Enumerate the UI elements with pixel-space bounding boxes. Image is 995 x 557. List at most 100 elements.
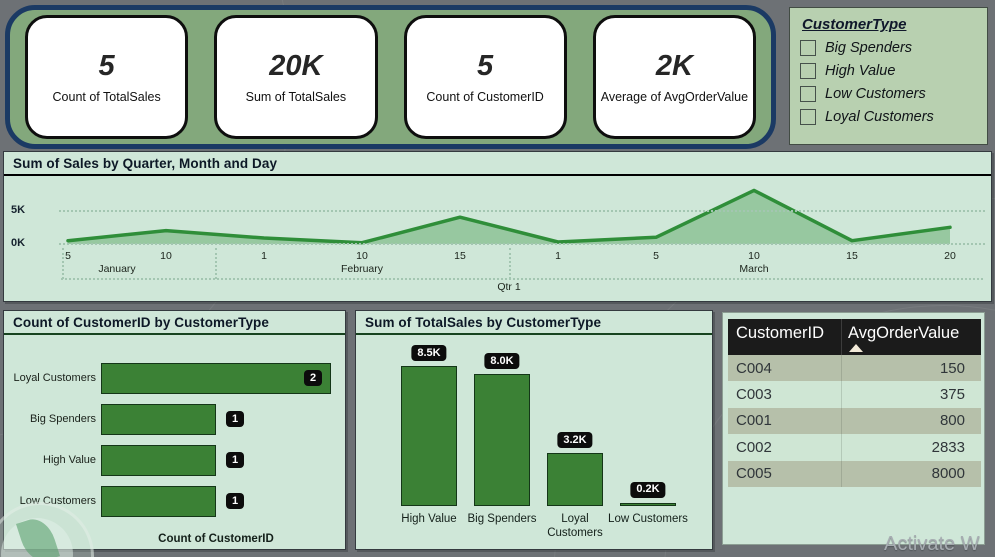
slicer-item-label: High Value bbox=[825, 63, 896, 79]
slicer-item-big-spenders[interactable]: Big Spenders bbox=[800, 40, 977, 56]
cell-avgordervalue: 800 bbox=[841, 407, 973, 435]
bar-high-value[interactable] bbox=[101, 445, 216, 476]
data-label: 1 bbox=[226, 452, 245, 468]
table-row[interactable]: C003 375 bbox=[728, 381, 981, 408]
category-label: Big Spenders bbox=[29, 413, 96, 425]
kpi-card-average-of-avgordervalue: 2K Average of AvgOrderValue bbox=[592, 15, 756, 139]
data-table: CustomerID AvgOrderValue C004 150 C003 375 C… bbox=[728, 319, 981, 487]
month-separator bbox=[509, 248, 511, 279]
activate-watermark: Activate W bbox=[884, 533, 980, 555]
cell-customerid: C001 bbox=[736, 412, 772, 430]
kpi-card-count-of-totalsales: 5 Count of TotalSales bbox=[25, 15, 189, 139]
table-row[interactable]: C001 800 bbox=[728, 407, 981, 435]
kpi-label: Average of AvgOrderValue bbox=[600, 90, 749, 104]
checkbox-icon[interactable] bbox=[800, 63, 816, 79]
barh-chart-plot: Loyal Customers 2 Big Spenders 1 High Value 1… bbox=[4, 311, 345, 549]
gridline bbox=[59, 209, 985, 212]
x-axis-day-tick: 5 bbox=[653, 250, 659, 262]
month-separator bbox=[215, 248, 217, 279]
data-label: 1 bbox=[226, 411, 245, 427]
kpi-value: 5 bbox=[477, 50, 494, 82]
cell-customerid: C003 bbox=[736, 386, 772, 404]
cell-avgordervalue: 2833 bbox=[841, 434, 973, 461]
table-body: C004 150 C003 375 C001 800 C002 2833 C005 8000 bbox=[728, 355, 981, 487]
x-axis-day-tick: 15 bbox=[846, 250, 858, 262]
cell-avgordervalue: 150 bbox=[841, 355, 973, 382]
dashboard: 5 Count of TotalSales 20K Sum of TotalSales… bbox=[0, 0, 995, 557]
barh-chart-title: Count of CustomerID by CustomerType bbox=[13, 315, 270, 330]
bar-high-value[interactable] bbox=[401, 366, 457, 506]
y-axis-tick-label: 5K bbox=[11, 203, 26, 216]
slicer-item-label: Big Spenders bbox=[825, 40, 913, 56]
bar-big-spenders[interactable] bbox=[101, 404, 216, 435]
barv-chart-title: Sum of TotalSales by CustomerType bbox=[365, 315, 602, 330]
customertype-slicer: CustomerType Big Spenders High Value Low C… bbox=[789, 7, 988, 145]
area-chart-title: Sum of Sales by Quarter, Month and Day bbox=[13, 156, 278, 171]
table-row[interactable]: C005 8000 bbox=[728, 460, 981, 487]
cell-customerid: C002 bbox=[736, 438, 772, 456]
data-label: 1 bbox=[226, 493, 245, 509]
cell-customerid: C005 bbox=[736, 465, 772, 483]
x-axis-month-label: January bbox=[98, 263, 136, 275]
y-axis-tick-label: 0K bbox=[11, 237, 26, 249]
table-header: CustomerID AvgOrderValue bbox=[728, 319, 981, 355]
category-label: Big Spenders bbox=[467, 513, 537, 525]
barv-chart-plot: 8.5K High Value 8.0K Big Spenders 3.2K Loyal … bbox=[356, 311, 712, 549]
x-axis-day-tick: 10 bbox=[748, 250, 760, 262]
checkbox-icon[interactable] bbox=[800, 40, 816, 56]
x-axis-month-label: February bbox=[340, 263, 383, 275]
x-axis-day-tick: 10 bbox=[356, 250, 368, 262]
title-underline bbox=[4, 333, 345, 335]
kpi-value: 2K bbox=[655, 50, 693, 82]
slicer-item-high-value[interactable]: High Value bbox=[800, 63, 977, 79]
x-axis-day-tick: 5 bbox=[65, 250, 71, 262]
bar-big-spenders[interactable] bbox=[474, 374, 530, 506]
data-label: 8.5K bbox=[411, 345, 447, 361]
slicer-item-low-customers[interactable]: Low Customers bbox=[800, 86, 977, 102]
bar-low-customers[interactable] bbox=[101, 486, 216, 517]
quarter-separator bbox=[61, 278, 983, 280]
x-axis-quarter-label: Qtr 1 bbox=[497, 281, 521, 293]
kpi-label: Sum of TotalSales bbox=[245, 90, 347, 104]
slicer-item-list: Big Spenders High Value Low Customers Loyal… bbox=[800, 40, 977, 125]
x-axis-day-tick: 20 bbox=[944, 250, 956, 262]
category-label: High Value bbox=[401, 513, 457, 525]
table-row[interactable]: C002 2833 bbox=[728, 434, 981, 461]
data-label: 3.2K bbox=[557, 432, 593, 449]
x-axis-day-tick: 1 bbox=[261, 250, 267, 262]
x-axis-day-tick: 10 bbox=[160, 250, 172, 262]
slicer-title: CustomerType bbox=[802, 16, 907, 33]
category-label: High Value bbox=[43, 454, 96, 466]
title-underline bbox=[4, 174, 991, 176]
column-header-customerid[interactable]: CustomerID bbox=[728, 319, 841, 355]
category-label: Low Customers bbox=[19, 495, 96, 507]
checkbox-icon[interactable] bbox=[800, 109, 816, 125]
barv-chart-panel: Sum of TotalSales by CustomerType 8.5K Hi… bbox=[355, 310, 713, 550]
area-series-fill[interactable] bbox=[68, 190, 950, 244]
bar-low-customers[interactable] bbox=[620, 502, 676, 506]
table-row[interactable]: C004 150 bbox=[728, 355, 981, 382]
kpi-value: 5 bbox=[98, 50, 115, 82]
kpi-value: 20K bbox=[269, 50, 323, 82]
slicer-item-label: Loyal Customers bbox=[825, 109, 934, 125]
data-label: 0.2K bbox=[630, 481, 666, 498]
cell-customerid: C004 bbox=[736, 359, 772, 377]
slicer-item-loyal-customers[interactable]: Loyal Customers bbox=[800, 109, 977, 125]
category-label: Loyal Customers bbox=[13, 372, 96, 384]
month-separator bbox=[62, 248, 64, 279]
x-axis-day-tick: 1 bbox=[555, 250, 561, 262]
kpi-card-count-of-customerid: 5 Count of CustomerID bbox=[403, 15, 567, 139]
bar-loyal-customers[interactable] bbox=[547, 453, 603, 506]
kpi-card-sum-of-totalsales: 20K Sum of TotalSales bbox=[214, 15, 378, 139]
x-axis-month-label: March bbox=[739, 263, 769, 275]
x-axis-day-tick: 15 bbox=[454, 250, 466, 262]
kpi-label: Count of CustomerID bbox=[426, 90, 544, 104]
data-label: 8.0K bbox=[484, 353, 520, 370]
column-header-avgordervalue[interactable]: AvgOrderValue bbox=[841, 319, 981, 355]
slicer-item-label: Low Customers bbox=[825, 86, 926, 102]
category-label: Low Customers bbox=[608, 513, 688, 525]
checkbox-icon[interactable] bbox=[800, 86, 816, 102]
kpi-label: Count of TotalSales bbox=[52, 90, 161, 104]
gridline bbox=[59, 243, 985, 245]
bar-loyal-customers[interactable] bbox=[101, 363, 331, 394]
